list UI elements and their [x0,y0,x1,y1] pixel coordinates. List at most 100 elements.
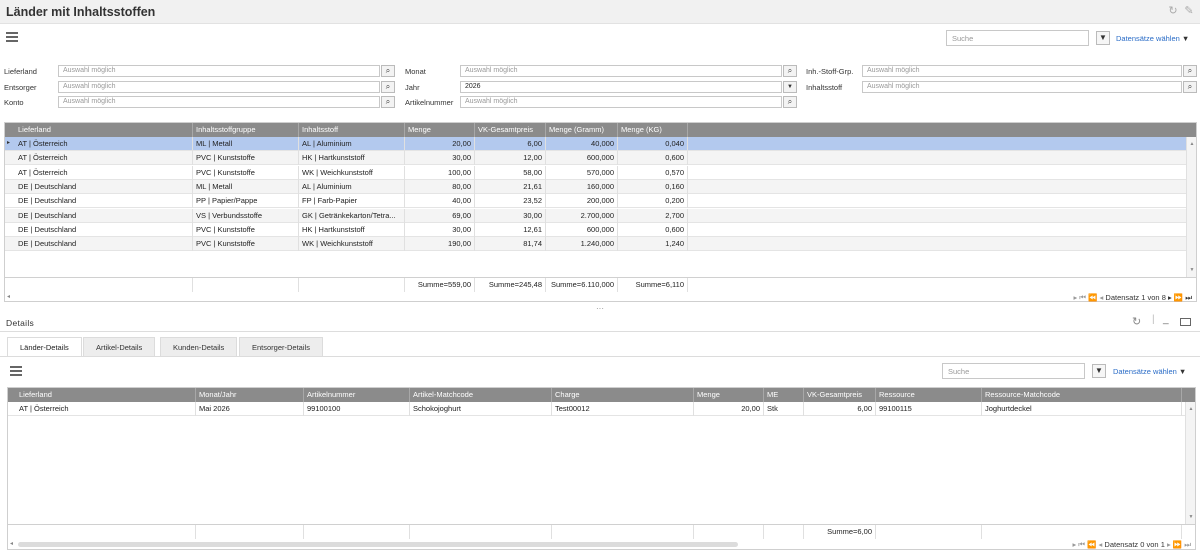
table-row[interactable]: DE | Deutschland PVC | Kunststoffe WK | We… [5,237,1186,252]
inh-stoff-grp-input[interactable]: Auswahl möglich [862,65,1182,77]
table-row[interactable]: AT | Österreich Mai 2026 99100100 Schokojog… [8,402,1185,416]
tab-entsorger-details[interactable]: Entsorger-Details [239,337,323,357]
column-header[interactable]: Inhaltsstoff [299,123,405,137]
table-cell: FP | Farb-Papier [299,194,405,209]
table-row[interactable]: AT | Österreich PVC | Kunststoffe HK | Har… [5,151,1186,166]
filter-icon[interactable]: ▼ [1092,364,1106,378]
table-cell: 600,000 [546,151,618,166]
menu-icon[interactable] [6,32,18,42]
table-cell: DE | Deutschland [15,222,193,237]
column-header[interactable]: Artikelnummer [304,388,410,402]
table-cell: 0,200 [618,194,688,209]
column-header[interactable]: Lieferland [16,388,196,402]
table-row[interactable]: DE | Deutschland ML | Metall AL | Aluminiu… [5,179,1186,194]
scroll-up-icon[interactable]: ▲ [1186,406,1196,412]
grid-summary-row: Summe=6,00 [8,524,1195,539]
refresh-icon[interactable]: ↻ [1167,5,1179,17]
column-header[interactable]: Ressource-Matchcode [982,388,1182,402]
search-input[interactable]: Suche [946,30,1089,46]
inhaltsstoff-input[interactable]: Auswahl möglich [862,81,1182,93]
scroll-down-icon[interactable]: ▼ [1186,514,1196,520]
horizontal-scrollbar-thumb[interactable] [18,542,738,547]
scroll-left-icon[interactable]: ◂ [7,293,10,300]
pager-nav-prev-icon[interactable]: ▸ ⏮ ⏪ ◂ [1072,540,1102,549]
table-cell: WK | Weichkunststoff [299,165,405,180]
search-icon[interactable]: ⌕ [381,81,395,93]
summary-cell [552,525,694,539]
column-header[interactable]: Menge [694,388,764,402]
column-header[interactable]: Lieferland [15,123,193,137]
wrench-icon[interactable]: ✎ [1183,5,1195,17]
table-cell: 2,700 [618,208,688,223]
table-row[interactable]: AT | Österreich PVC | Kunststoffe WK | Wei… [5,165,1186,180]
search-icon[interactable]: ⌕ [783,96,797,108]
table-cell: 30,00 [405,222,475,237]
column-header[interactable]: Charge [552,388,694,402]
splitter-handle[interactable]: ··· [596,305,604,313]
vertical-scrollbar[interactable]: ▲ ▼ [1186,137,1196,277]
details-datasets-select-link[interactable]: Datensätze wählen ▼ [1113,367,1186,376]
scroll-left-icon[interactable]: ◂ [10,540,13,547]
tab-artikel-details[interactable]: Artikel-Details [83,337,156,357]
column-header[interactable]: Ressource [876,388,982,402]
table-cell: 600,000 [546,222,618,237]
table-row[interactable]: ▸ AT | Österreich ML | Metall AL | Aluminiu… [5,137,1186,151]
column-header[interactable]: Artikel-Matchcode [410,388,552,402]
pager-nav-next-icon[interactable]: ▸ ⏩ ⏭ [1168,293,1192,302]
table-cell: 190,00 [405,237,475,252]
artikelnummer-input[interactable]: Auswahl möglich [460,96,782,108]
search-icon[interactable]: ⌕ [783,65,797,77]
filter-label-inhaltsstoff: Inhaltsstoff [806,83,843,92]
table-cell: 21,61 [475,179,546,194]
column-header[interactable]: VK-Gesamtpreis [475,123,546,137]
search-icon[interactable]: ⌕ [1183,81,1197,93]
refresh-icon[interactable]: ↻ [1132,315,1141,328]
column-header[interactable]: Menge (KG) [618,123,688,137]
vertical-scrollbar[interactable]: ▲ ▼ [1185,402,1195,524]
dropdown-arrow-icon[interactable]: ▼ [783,81,797,93]
pager-nav-next-icon[interactable]: ▸ ⏩ ⏭ [1167,540,1191,549]
scroll-down-icon[interactable]: ▼ [1187,267,1197,273]
pager-nav-prev-icon[interactable]: ▸ ⏮ ⏪ ◂ [1073,293,1103,302]
tab-laender-details[interactable]: Länder-Details [7,337,82,357]
summary-cell [764,525,804,539]
entsorger-input[interactable]: Auswahl möglich [58,81,380,93]
table-row[interactable]: DE | Deutschland PVC | Kunststoffe HK | Ha… [5,222,1186,237]
lieferland-input[interactable]: Auswahl möglich [58,65,380,77]
filter-label-monat: Monat [405,67,426,76]
table-cell: 23,52 [475,194,546,209]
table-row[interactable]: DE | Deutschland VS | Verbundsstoffe GK | … [5,208,1186,223]
maximize-icon[interactable] [1180,318,1191,326]
monat-input[interactable]: Auswahl möglich [460,65,782,77]
column-header[interactable]: Menge [405,123,475,137]
scroll-up-icon[interactable]: ▲ [1187,141,1197,147]
tab-kunden-details[interactable]: Kunden-Details [160,337,238,357]
table-cell: DE | Deutschland [15,179,193,194]
table-row[interactable]: DE | Deutschland PP | Papier/Pappe FP | Fa… [5,194,1186,209]
konto-input[interactable]: Auswahl möglich [58,96,380,108]
table-cell: 20,00 [694,402,764,416]
column-header[interactable]: Monat/Jahr [196,388,304,402]
caret-down-icon: ▼ [1181,34,1190,43]
column-header[interactable]: VK-Gesamtpreis [804,388,876,402]
details-search-input[interactable]: Suche [942,363,1085,379]
table-cell: DE | Deutschland [15,194,193,209]
jahr-select[interactable]: 2026 [460,81,782,93]
minimize-icon[interactable]: _ [1163,314,1169,325]
pager-label: Datensatz 1 von 8 [1105,293,1166,302]
table-cell: Joghurtdeckel [982,402,1182,416]
search-icon[interactable]: ⌕ [1183,65,1197,77]
search-icon[interactable]: ⌕ [381,96,395,108]
column-header[interactable]: ME [764,388,804,402]
table-cell: AT | Österreich [15,165,193,180]
menu-icon[interactable] [10,366,22,376]
column-header[interactable]: Menge (Gramm) [546,123,618,137]
grid-pager: ▸ ⏮ ⏪ ◂ Datensatz 1 von 8 ▸ ⏩ ⏭ [1073,293,1192,303]
datasets-select-link[interactable]: Datensätze wählen ▼ [1116,34,1189,43]
filter-icon[interactable]: ▼ [1096,31,1110,45]
column-header[interactable]: Inhaltsstoffgruppe [193,123,299,137]
details-data-grid: Lieferland Monat/Jahr Artikelnummer Artikel… [7,387,1196,550]
grid-summary-row: Summe=559,00 Summe=245,48 Summe=6.110,000 S… [5,277,1196,292]
search-icon[interactable]: ⌕ [381,65,395,77]
table-cell: 20,00 [405,137,475,151]
